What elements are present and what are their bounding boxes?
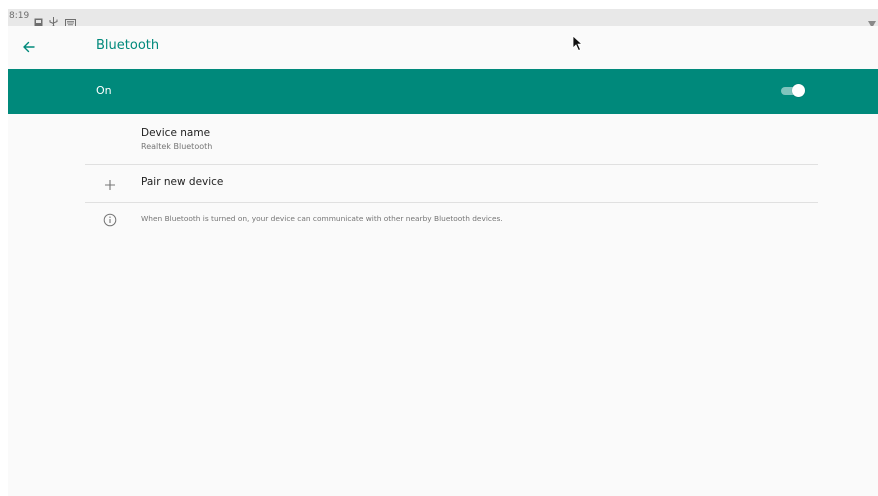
arrow-back-icon <box>23 41 35 53</box>
toggle-thumb <box>792 84 805 97</box>
status-bar: 8:19 <box>8 9 878 28</box>
pair-new-device-row[interactable]: Pair new device <box>85 165 818 203</box>
device-name-value: Realtek Bluetooth <box>141 142 213 151</box>
status-time: 8:19 <box>9 11 30 21</box>
device-name-row[interactable]: Device name Realtek Bluetooth <box>85 114 818 165</box>
info-icon <box>103 212 117 227</box>
switch-label: On <box>96 84 112 97</box>
bluetooth-toggle[interactable] <box>779 84 805 98</box>
screen: 8:19 Bluetooth On Device name Realtek Bl… <box>8 9 878 496</box>
bluetooth-master-switch-bar[interactable]: On <box>8 69 878 114</box>
bluetooth-info-row: When Bluetooth is turned on, your device… <box>85 203 818 233</box>
plus-icon <box>104 176 116 190</box>
mouse-pointer-icon <box>572 35 586 53</box>
app-bar: Bluetooth <box>8 26 878 69</box>
device-name-title: Device name <box>141 127 211 139</box>
back-button[interactable] <box>18 36 40 58</box>
pair-new-device-label: Pair new device <box>141 176 224 188</box>
page-title: Bluetooth <box>96 38 160 53</box>
bluetooth-info-text: When Bluetooth is turned on, your device… <box>141 214 503 223</box>
